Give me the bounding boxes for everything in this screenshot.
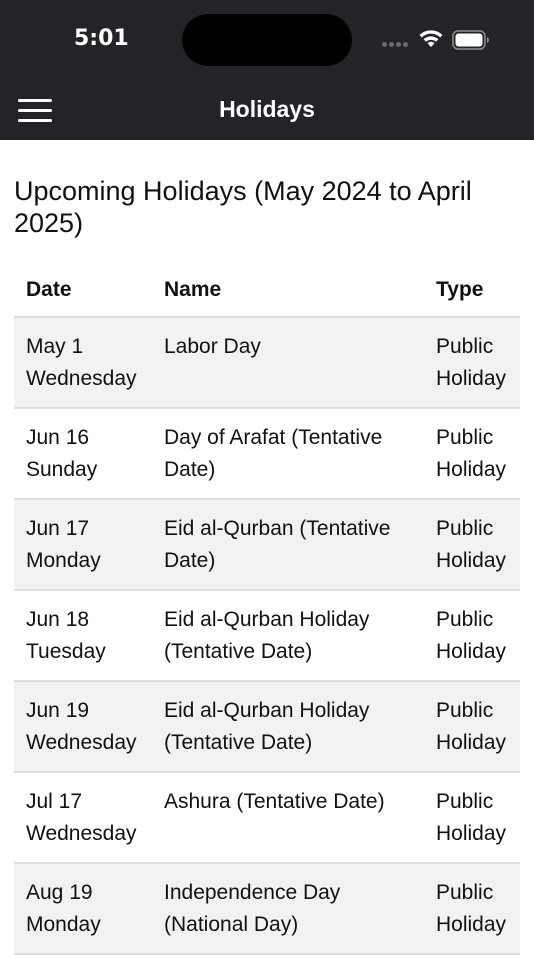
type-cell: Public Holiday: [424, 772, 520, 864]
date-text: Aug 19: [26, 881, 93, 904]
weekday-text: Sunday: [26, 458, 98, 481]
type-cell: Public Holiday: [424, 499, 520, 591]
table-header-row: Date Name Type: [14, 263, 520, 318]
weekday-text: Wednesday: [26, 822, 137, 845]
holiday-name: Ashura (Tentative Date): [164, 790, 385, 813]
date-text: Jun 19: [26, 699, 90, 722]
type-text-cont: Holiday: [436, 549, 507, 572]
date-text: Jun 17: [26, 517, 90, 540]
date-text: May 1: [26, 335, 84, 358]
holiday-name: Eid al-Qurban Holiday: [164, 608, 370, 631]
type-text: Public: [436, 426, 494, 449]
date-cell: May 1 Wednesday: [14, 317, 152, 409]
type-text: Public: [436, 790, 494, 813]
name-cell: Eid al-Qurban Holiday (Tentative Date): [152, 590, 424, 682]
type-text: Public: [436, 608, 494, 631]
holiday-name: Independence Day: [164, 881, 341, 904]
type-cell: Public Holiday: [424, 408, 520, 500]
holiday-name: Day of Arafat (Tentative: [164, 426, 383, 449]
type-text-cont: Holiday: [436, 731, 507, 754]
holidays-content: Upcoming Holidays (May 2024 to April 202…: [14, 140, 520, 955]
type-cell: Public Holiday: [424, 590, 520, 682]
type-text-cont: Holiday: [436, 458, 507, 481]
name-cell: Labor Day: [152, 317, 424, 409]
type-text-cont: Holiday: [436, 913, 507, 936]
type-text-cont: Holiday: [436, 367, 507, 390]
table-row: Jul 17 Wednesday Ashura (Tentative Date) …: [14, 772, 520, 864]
type-cell: Public Holiday: [424, 317, 520, 409]
weekday-text: Wednesday: [26, 731, 137, 754]
table-row: Jun 18 Tuesday Eid al-Qurban Holiday (Tent…: [14, 590, 520, 682]
status-bar: 5:01: [0, 0, 534, 82]
name-cell: Independence Day (National Day): [152, 863, 424, 955]
wifi-icon: [419, 30, 443, 47]
cellular-signal-icon: [382, 42, 410, 47]
page-heading-line: 2025): [14, 208, 84, 238]
type-text-cont: Holiday: [436, 640, 507, 663]
date-cell: Aug 19 Monday: [14, 863, 152, 955]
table-row: Jun 16 Sunday Day of Arafat (Tentative Dat…: [14, 408, 520, 500]
page-heading: Upcoming Holidays (May 2024 to April 202…: [14, 175, 520, 239]
column-header-name: Name: [152, 263, 424, 318]
holiday-name-cont: (Tentative Date): [164, 640, 313, 663]
table-row: Jun 17 Monday Eid al-Qurban (Tentative Dat…: [14, 499, 520, 591]
nav-title: Holidays: [219, 96, 315, 122]
weekday-text: Tuesday: [26, 640, 106, 663]
holiday-name: Eid al-Qurban Holiday: [164, 699, 370, 722]
column-header-type: Type: [424, 263, 520, 318]
date-text: Jun 18: [26, 608, 90, 631]
weekday-text: Wednesday: [26, 367, 137, 390]
type-text: Public: [436, 517, 494, 540]
navigation-bar: Holidays: [0, 82, 534, 140]
type-text: Public: [436, 881, 494, 904]
holiday-name-cont: (National Day): [164, 913, 299, 936]
type-text: Public: [436, 699, 494, 722]
column-header-date: Date: [14, 263, 152, 318]
holiday-name-cont: Date): [164, 458, 216, 481]
status-time: 5:01: [74, 26, 129, 51]
type-text-cont: Holiday: [436, 822, 507, 845]
date-text: Jun 16: [26, 426, 90, 449]
date-cell: Jul 17 Wednesday: [14, 772, 152, 864]
date-text: Jul 17: [26, 790, 83, 813]
page-heading-line: Upcoming Holidays (May 2024 to April: [14, 176, 472, 206]
weekday-text: Monday: [26, 913, 101, 936]
holidays-table: Date Name Type May 1 Wednesday Labor Day …: [14, 263, 520, 955]
type-cell: Public Holiday: [424, 681, 520, 773]
type-text: Public: [436, 335, 494, 358]
name-cell: Eid al-Qurban (Tentative Date): [152, 499, 424, 591]
table-row: Jun 19 Wednesday Eid al-Qurban Holiday (Te…: [14, 681, 520, 773]
holiday-name: Eid al-Qurban (Tentative: [164, 517, 391, 540]
table-row: May 1 Wednesday Labor Day Public Holiday: [14, 317, 520, 409]
date-cell: Jun 16 Sunday: [14, 408, 152, 500]
battery-icon: [452, 30, 489, 50]
date-cell: Jun 19 Wednesday: [14, 681, 152, 773]
type-cell: Public Holiday: [424, 863, 520, 955]
dynamic-island: [182, 14, 352, 66]
holiday-name: Labor Day: [164, 335, 261, 358]
name-cell: Day of Arafat (Tentative Date): [152, 408, 424, 500]
weekday-text: Monday: [26, 549, 101, 572]
date-cell: Jun 17 Monday: [14, 499, 152, 591]
table-row: Aug 19 Monday Independence Day (National D…: [14, 863, 520, 955]
name-cell: Ashura (Tentative Date): [152, 772, 424, 864]
name-cell: Eid al-Qurban Holiday (Tentative Date): [152, 681, 424, 773]
holiday-name-cont: Date): [164, 549, 216, 572]
date-cell: Jun 18 Tuesday: [14, 590, 152, 682]
holiday-name-cont: (Tentative Date): [164, 731, 313, 754]
